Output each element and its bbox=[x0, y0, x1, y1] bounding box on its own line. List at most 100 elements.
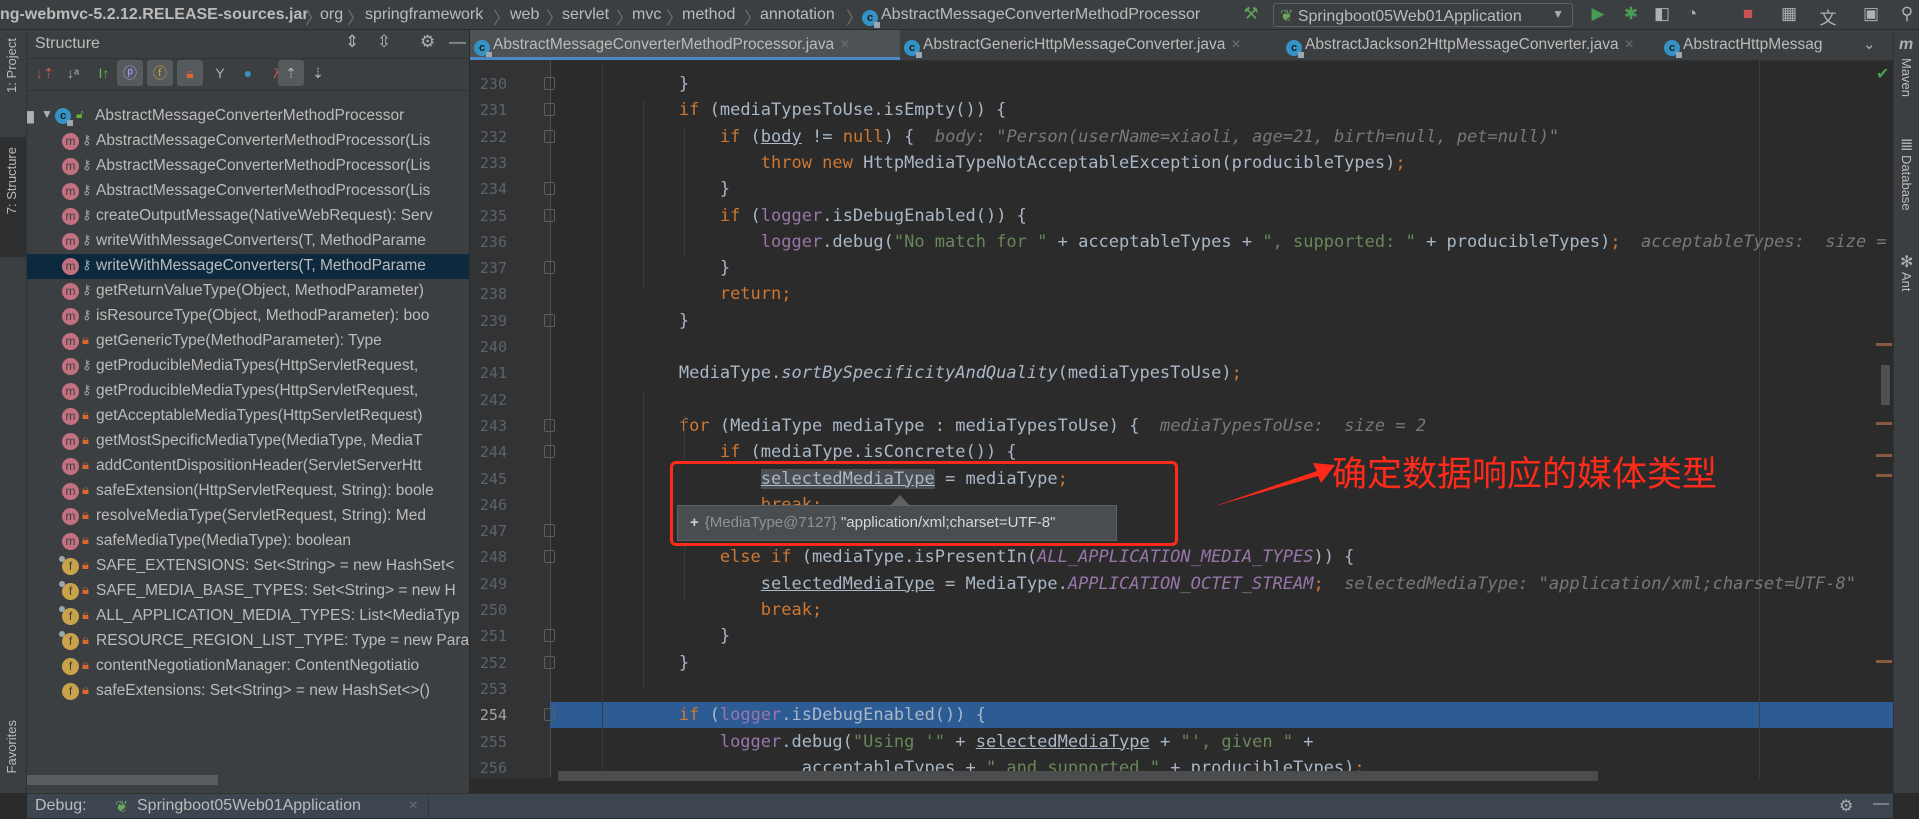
editor-vertical-scrollbar[interactable] bbox=[1881, 365, 1890, 405]
breadcrumb-mvc[interactable]: mvc bbox=[632, 6, 661, 24]
window-icon[interactable]: ▣ bbox=[1860, 4, 1882, 24]
structure-item[interactable]: m 🔒︎ safeMediaType(MediaType): boolean bbox=[27, 529, 469, 554]
structure-tool-button[interactable]: 7: Structure bbox=[0, 137, 26, 257]
sort-by-visibility-icon[interactable]: ↓⇡ bbox=[32, 60, 58, 86]
translate-icon[interactable]: 文 bbox=[1817, 4, 1839, 29]
gear-icon[interactable]: ⚙ bbox=[1839, 796, 1853, 816]
collapse-all-icon[interactable]: ⇳ bbox=[377, 32, 391, 52]
tab-abstract-http-message-converter[interactable]: c AbstractHttpMessag bbox=[1660, 30, 1858, 60]
fold-marker-icon[interactable] bbox=[544, 313, 555, 327]
breadcrumb-org[interactable]: org bbox=[320, 6, 343, 24]
close-icon[interactable]: × bbox=[840, 36, 849, 53]
show-properties-icon[interactable]: ⓟ bbox=[117, 60, 143, 86]
line-number[interactable]: 256 bbox=[470, 759, 507, 777]
line-number[interactable]: 243 bbox=[470, 417, 507, 435]
structure-item[interactable]: m ⚷ getProducibleMediaTypes(HttpServletReq… bbox=[27, 379, 469, 404]
show-fields-icon[interactable]: ⓕ bbox=[147, 60, 173, 86]
line-number[interactable]: 250 bbox=[470, 601, 507, 619]
structure-item[interactable]: m ⚷ AbstractMessageConverterMethodProcesso… bbox=[27, 129, 469, 154]
breadcrumb-jar[interactable]: ng-webmvc-5.2.12.RELEASE-sources.jar bbox=[0, 6, 309, 24]
tabs-overflow-chevron-icon[interactable]: ⌄ bbox=[1863, 35, 1876, 53]
ant-tool-button[interactable]: Ant bbox=[1899, 272, 1914, 292]
error-stripe-mark[interactable] bbox=[1876, 660, 1892, 663]
debug-session-tab[interactable]: ❦ Springboot05Web01Application × bbox=[107, 794, 429, 819]
fold-marker-icon[interactable] bbox=[544, 655, 555, 669]
line-number[interactable]: 254 bbox=[470, 706, 507, 724]
fold-marker-icon[interactable] bbox=[544, 103, 555, 117]
structure-item[interactable]: m ⚷ getProducibleMediaTypes(HttpServletReq… bbox=[27, 354, 469, 379]
line-number[interactable]: 241 bbox=[470, 364, 507, 382]
stop-icon[interactable]: ■ bbox=[1737, 4, 1759, 24]
structure-item[interactable]: f 🔒︎ SAFE_MEDIA_BASE_TYPES: Set<String> = … bbox=[27, 579, 469, 604]
line-number[interactable]: 233 bbox=[470, 154, 507, 172]
fold-marker-icon[interactable] bbox=[544, 524, 555, 538]
structure-item[interactable]: m ⚷ writeWithMessageConverters(T, MethodPa… bbox=[27, 254, 469, 279]
breadcrumb-web[interactable]: web bbox=[510, 6, 539, 24]
line-number[interactable]: 235 bbox=[470, 207, 507, 225]
line-number[interactable]: 234 bbox=[470, 180, 507, 198]
error-stripe-mark[interactable] bbox=[1876, 454, 1892, 457]
structure-item[interactable]: f 🔒︎ ALL_APPLICATION_MEDIA_TYPES: List<Med… bbox=[27, 604, 469, 629]
breadcrumb-method[interactable]: method bbox=[682, 6, 735, 24]
structure-item[interactable]: f 🔒︎ RESOURCE_REGION_LIST_TYPE: Type = new… bbox=[27, 629, 469, 654]
sort-alphabetically-icon[interactable]: ↓ᵃ bbox=[60, 60, 86, 86]
breadcrumb-class[interactable]: c AbstractMessageConverterMethodProcessor bbox=[862, 6, 1200, 28]
line-number[interactable]: 246 bbox=[470, 496, 507, 514]
fold-marker-icon[interactable] bbox=[544, 77, 555, 90]
line-number[interactable]: 252 bbox=[470, 654, 507, 672]
error-stripe-mark[interactable] bbox=[1876, 422, 1892, 425]
run-configuration-dropdown[interactable]: ❦ Springboot05Web01Application ▼ bbox=[1273, 3, 1573, 27]
structure-item[interactable]: m ⚷ getReturnValueType(Object, MethodParam… bbox=[27, 279, 469, 304]
show-inherited-icon[interactable]: I↑ bbox=[91, 60, 117, 86]
structure-item[interactable]: m 🔒︎ getGenericType(MethodParameter): Type bbox=[27, 329, 469, 354]
fold-marker-icon[interactable] bbox=[544, 629, 555, 643]
expand-all-icon[interactable]: ⇕ bbox=[345, 32, 359, 52]
tab-abstract-message-converter-method-processor[interactable]: c AbstractMessageConverterMethodProcessor… bbox=[470, 30, 900, 60]
error-stripe-mark[interactable] bbox=[1876, 474, 1892, 477]
gear-icon[interactable]: ⚙ bbox=[420, 32, 435, 52]
no-problems-check-icon[interactable]: ✔ bbox=[1876, 64, 1889, 84]
favorites-tool-button[interactable]: Favorites bbox=[4, 720, 19, 773]
structure-item[interactable]: m ⚷ createOutputMessage(NativeWebRequest):… bbox=[27, 204, 469, 229]
breadcrumb-annotation[interactable]: annotation bbox=[760, 6, 835, 24]
database-tool-button[interactable]: Database bbox=[1899, 155, 1914, 211]
line-number[interactable]: 249 bbox=[470, 575, 507, 593]
close-icon[interactable]: × bbox=[1231, 36, 1240, 53]
structure-horizontal-scrollbar[interactable] bbox=[27, 775, 218, 785]
minimize-icon[interactable]: — bbox=[449, 32, 466, 52]
maven-tool-button[interactable]: Maven bbox=[1899, 58, 1914, 97]
tree-root-class[interactable]: ▆ ▼ c 🔓︎ AbstractMessageConverterMethodP… bbox=[27, 104, 469, 129]
coverage-icon[interactable]: ◧ bbox=[1651, 4, 1673, 24]
fold-marker-icon[interactable] bbox=[544, 261, 555, 275]
breadcrumb-servlet[interactable]: servlet bbox=[562, 6, 609, 24]
line-number[interactable]: 248 bbox=[470, 548, 507, 566]
profile-icon[interactable]: ◔ bbox=[1681, 4, 1703, 24]
line-number[interactable]: 255 bbox=[470, 733, 507, 751]
minimize-icon[interactable]: — bbox=[1873, 795, 1889, 813]
fold-marker-icon[interactable] bbox=[544, 550, 555, 564]
autoscroll-to-source-icon[interactable]: ⇡ bbox=[278, 60, 304, 86]
close-icon[interactable]: × bbox=[1625, 36, 1634, 53]
structure-item[interactable]: m ⚷ writeWithMessageConverters(T, MethodPa… bbox=[27, 229, 469, 254]
structure-item[interactable]: m 🔒︎ getMostSpecificMediaType(MediaType, M… bbox=[27, 429, 469, 454]
structure-item[interactable]: m 🔒︎ addContentDispositionHeader(ServletSe… bbox=[27, 454, 469, 479]
show-lambdas-filter-icon[interactable]: Y bbox=[207, 60, 233, 86]
show-non-public-icon[interactable]: 🔒︎ bbox=[177, 60, 203, 86]
structure-item[interactable]: m 🔒︎ resolveMediaType(ServletRequest, Stri… bbox=[27, 504, 469, 529]
fold-marker-icon[interactable] bbox=[544, 182, 555, 196]
line-number[interactable]: 236 bbox=[470, 233, 507, 251]
structure-item[interactable]: f 🔒︎ SAFE_EXTENSIONS: Set<String> = new Ha… bbox=[27, 554, 469, 579]
debug-icon[interactable]: ✱ bbox=[1620, 4, 1642, 24]
line-number[interactable]: 240 bbox=[470, 338, 507, 356]
autoscroll-from-source-icon[interactable]: ⇣ bbox=[305, 60, 331, 86]
hammer-build-icon[interactable]: ⚒ bbox=[1240, 4, 1262, 24]
line-number[interactable]: 232 bbox=[470, 128, 507, 146]
breadcrumb-springframework[interactable]: springframework bbox=[365, 6, 483, 24]
fold-marker-icon[interactable] bbox=[544, 418, 555, 432]
structure-item[interactable]: f 🔒︎ contentNegotiationManager: ContentNeg… bbox=[27, 654, 469, 679]
structure-item[interactable]: m 🔒︎ getAcceptableMediaTypes(HttpServletRe… bbox=[27, 404, 469, 429]
error-stripe-mark[interactable] bbox=[1876, 343, 1892, 346]
tab-abstract-generic-http-message-converter[interactable]: c AbstractGenericHttpMessageConverter.jav… bbox=[900, 30, 1282, 60]
anonymous-classes-icon[interactable]: ● bbox=[235, 60, 261, 86]
structure-item[interactable]: f 🔒︎ safeExtensions: Set<String> = new Has… bbox=[27, 679, 469, 704]
